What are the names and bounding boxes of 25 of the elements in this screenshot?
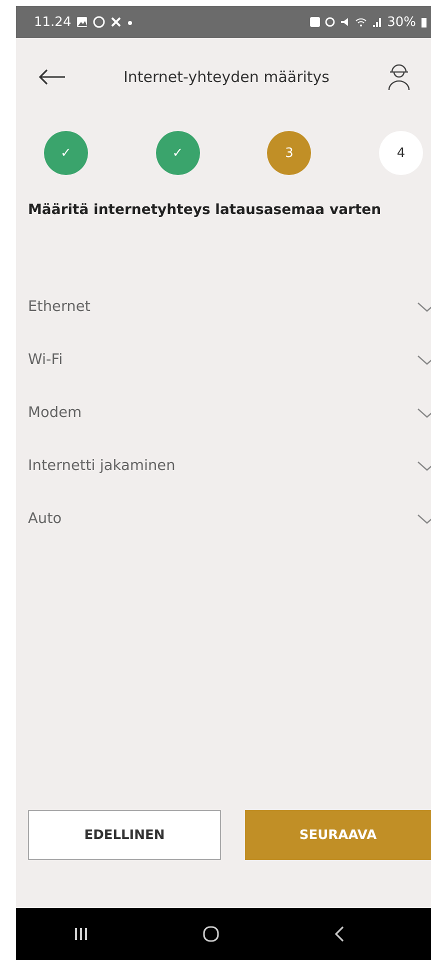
- step-indicator: ✓: [156, 131, 200, 175]
- accordion-item[interactable]: Internetti jakaminen: [16, 439, 431, 492]
- battery-percent: 30%: [387, 14, 416, 30]
- mute-icon: [340, 17, 350, 27]
- status-time: 11.24: [34, 14, 72, 30]
- recent-apps-icon[interactable]: [72, 926, 88, 942]
- accordion-item[interactable]: Wi-Fi: [16, 333, 431, 386]
- image-icon: [76, 16, 88, 28]
- battery-icon: [421, 16, 427, 28]
- step-indicator: 3: [267, 131, 312, 175]
- section-heading: Määritä internetyhteys latausasemaa varten: [27, 201, 382, 220]
- page-title: Internet-yhteyden määritys: [122, 68, 330, 86]
- step-indicator: ✓: [44, 131, 88, 175]
- accordion-item[interactable]: Auto: [16, 492, 431, 545]
- home-icon[interactable]: [202, 925, 220, 943]
- worker-helmet-icon[interactable]: [387, 63, 411, 91]
- wifi-icon: [355, 17, 368, 27]
- signal-icon: [372, 17, 382, 27]
- accordion-item[interactable]: Ethernet: [16, 280, 431, 333]
- back-icon[interactable]: [332, 925, 344, 943]
- previous-button[interactable]: EDELLINEN: [28, 810, 221, 860]
- next-button[interactable]: SEURAAVA: [245, 810, 431, 860]
- step-indicator: 4: [378, 131, 423, 175]
- accordion-item[interactable]: Modem: [16, 386, 431, 439]
- back-arrow-icon[interactable]: [38, 69, 66, 85]
